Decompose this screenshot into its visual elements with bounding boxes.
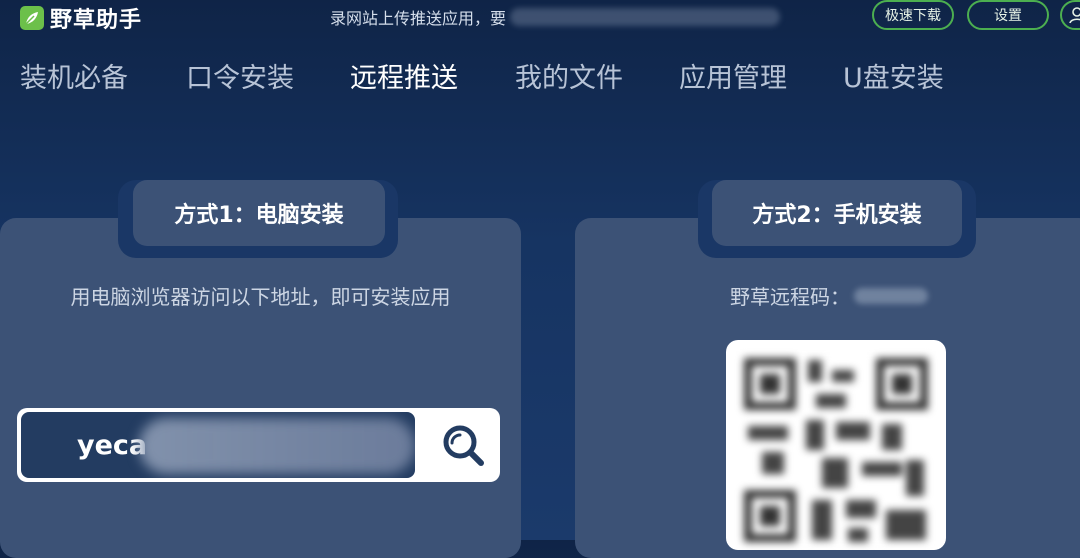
settings-button[interactable]: 设置 [967,0,1049,30]
top-bar: 野草助手 录网站上传推送应用，要 极速下载 设置 [0,0,1080,34]
app-logo: 野草助手 [20,2,142,34]
qr-code [726,340,946,550]
pc-install-title: 方式1：电脑安装 [133,180,385,246]
url-box: yeca [17,408,500,482]
url-redacted [139,418,415,474]
nav-item-code-install[interactable]: 口令安装 [186,56,294,95]
remote-code-redacted [854,287,928,304]
notice-text: 录网站上传推送应用，要 [330,5,781,29]
phone-install-title: 方式2：手机安装 [712,180,962,246]
notice-redacted [510,8,781,26]
nav-item-remote-push[interactable]: 远程推送 [350,56,458,95]
leaf-icon [20,6,44,30]
search-icon [443,425,484,466]
qr-code-image [736,350,936,550]
notice-label: 录网站上传推送应用，要 [330,9,507,28]
install-url-text: yeca [77,429,148,461]
install-url-field[interactable]: yeca [21,412,415,478]
nav-item-usb-install[interactable]: U盘安装 [843,56,944,95]
search-button[interactable] [437,418,489,472]
main-nav: 装机必备 口令安装 远程推送 我的文件 应用管理 U盘安装 [0,56,1080,96]
user-icon [1069,7,1080,24]
nav-item-app-manage[interactable]: 应用管理 [679,56,787,95]
remote-code-label: 野草远程码： [730,285,850,309]
pc-install-description: 用电脑浏览器访问以下地址，即可安装应用 [70,285,451,309]
remote-code-line: 野草远程码： [730,281,928,310]
fast-download-button[interactable]: 极速下载 [872,0,954,30]
nav-item-my-files[interactable]: 我的文件 [515,56,623,95]
nav-item-essentials[interactable]: 装机必备 [20,56,128,95]
pc-install-card [0,218,521,558]
app-name: 野草助手 [50,8,143,33]
user-button[interactable] [1060,0,1080,30]
